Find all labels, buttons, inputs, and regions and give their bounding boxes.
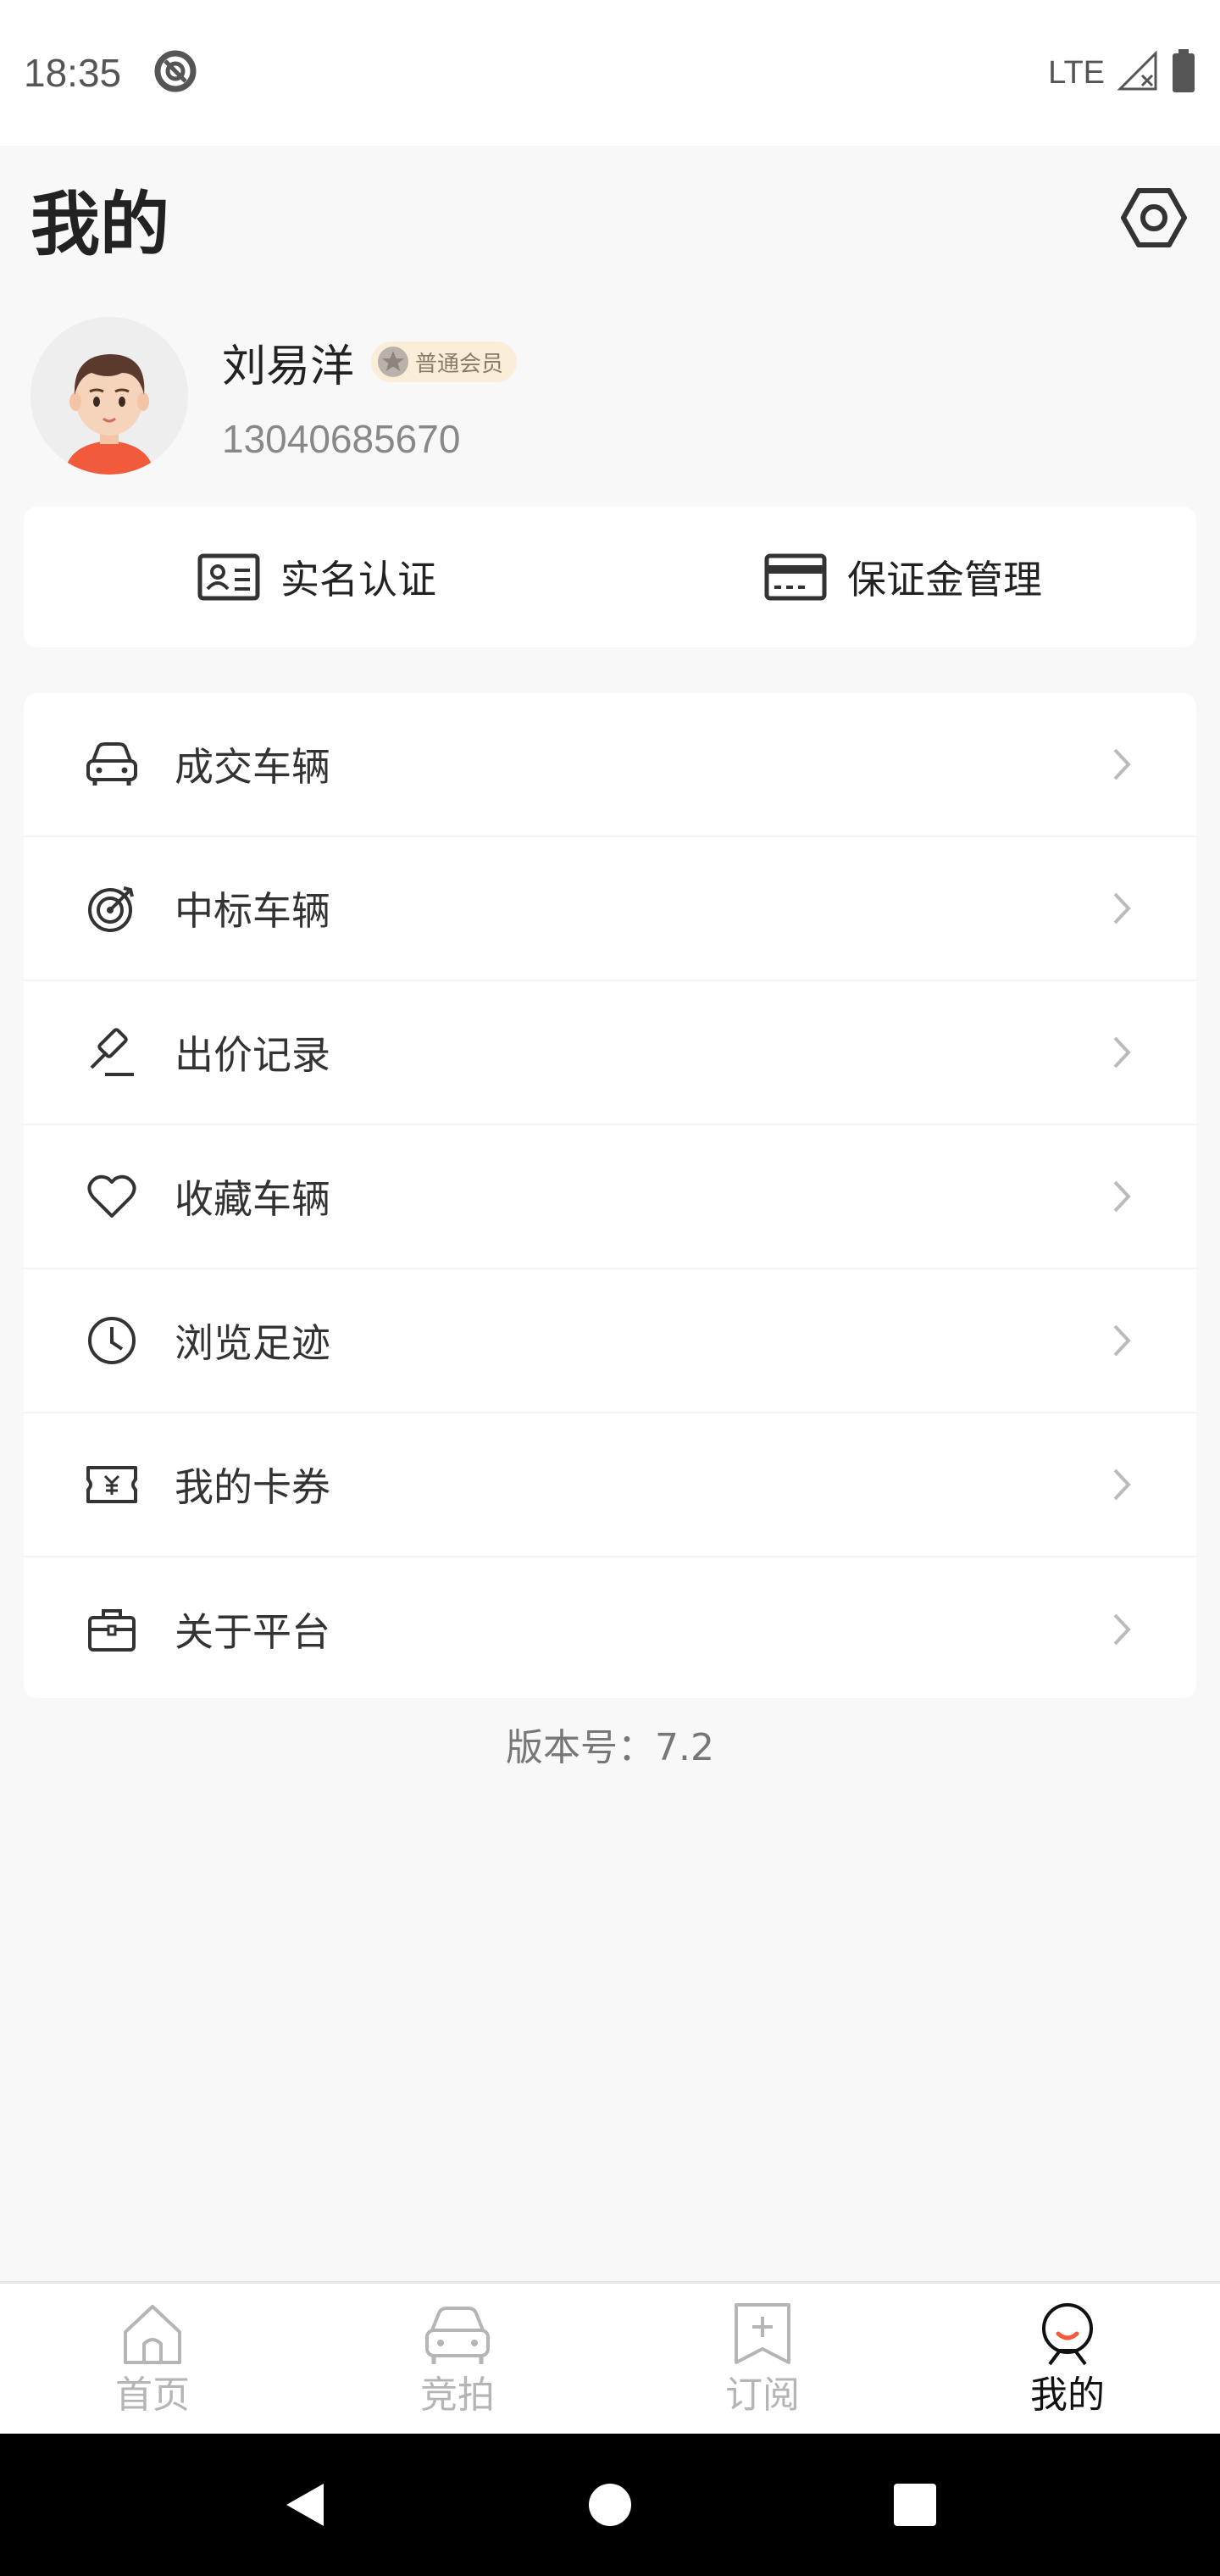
member-badge: 普通会员 bbox=[371, 341, 518, 382]
chevron-right-icon bbox=[1106, 1464, 1137, 1505]
menu-item-browse-history[interactable]: 浏览足迹 bbox=[24, 1269, 1196, 1413]
gavel-icon bbox=[85, 1025, 139, 1080]
menu-item-about-platform[interactable]: 关于平台 bbox=[24, 1557, 1196, 1702]
settings-hexagon-icon bbox=[1121, 188, 1187, 247]
tab-home[interactable]: 首页 bbox=[0, 2284, 305, 2434]
back-triangle-icon bbox=[286, 2484, 324, 2526]
data-saver-icon bbox=[152, 47, 199, 98]
target-icon bbox=[85, 881, 139, 935]
menu-item-bid-records[interactable]: 出价记录 bbox=[24, 981, 1196, 1125]
page-header: 我的 bbox=[0, 146, 1220, 290]
briefcase-icon bbox=[85, 1602, 139, 1657]
menu-label: 中标车辆 bbox=[175, 888, 330, 934]
quick-action-label: 保证金管理 bbox=[847, 557, 1042, 602]
id-card-icon bbox=[197, 553, 260, 601]
profile-section[interactable]: 刘易洋 普通会员 13040685670 bbox=[30, 315, 1190, 476]
menu-label: 收藏车辆 bbox=[175, 1176, 330, 1222]
car-icon bbox=[425, 2306, 490, 2364]
quick-actions-card: 实名认证 保证金管理 bbox=[24, 507, 1196, 647]
member-level: 普通会员 bbox=[415, 351, 504, 377]
back-button[interactable] bbox=[280, 2479, 330, 2530]
avatar[interactable] bbox=[30, 317, 188, 475]
tab-label: 订阅 bbox=[725, 2373, 800, 2417]
menu-label: 成交车辆 bbox=[175, 744, 330, 790]
menu-label: 浏览足迹 bbox=[175, 1320, 330, 1366]
menu-item-my-coupons[interactable]: 我的卡券 bbox=[24, 1413, 1196, 1557]
menu-item-won-vehicles[interactable]: 中标车辆 bbox=[24, 837, 1196, 981]
tab-label: 首页 bbox=[115, 2373, 190, 2417]
recents-square-icon bbox=[894, 2484, 936, 2526]
real-name-auth-button[interactable]: 实名认证 bbox=[24, 507, 610, 647]
chevron-right-icon bbox=[1106, 888, 1137, 929]
menu-label: 我的卡券 bbox=[175, 1464, 330, 1510]
tab-subscribe[interactable]: 订阅 bbox=[610, 2284, 915, 2434]
bookmark-add-icon bbox=[735, 2302, 790, 2364]
menu-item-deal-vehicles[interactable]: 成交车辆 bbox=[24, 693, 1196, 837]
network-type: LTE bbox=[1048, 54, 1105, 91]
deposit-management-button[interactable]: 保证金管理 bbox=[610, 507, 1196, 647]
quick-action-label: 实名认证 bbox=[280, 557, 436, 602]
heart-icon bbox=[85, 1169, 139, 1224]
chevron-right-icon bbox=[1106, 1032, 1137, 1073]
car-icon bbox=[85, 737, 139, 791]
tab-mine[interactable]: 我的 bbox=[915, 2284, 1220, 2434]
bottom-tab-bar: 首页 竞拍 订阅 我的 bbox=[0, 2281, 1220, 2434]
system-nav-bar bbox=[0, 2434, 1220, 2576]
chevron-right-icon bbox=[1106, 1609, 1137, 1650]
home-button[interactable] bbox=[585, 2479, 635, 2530]
menu-list: 成交车辆 中标车辆 出价记录 收藏车辆 浏览足迹 我的卡券 关于平台 bbox=[24, 693, 1196, 1698]
menu-label: 关于平台 bbox=[175, 1609, 330, 1655]
user-phone: 13040685670 bbox=[222, 416, 461, 461]
member-star-icon bbox=[378, 347, 409, 377]
profile-smile-icon bbox=[1042, 2302, 1093, 2365]
tab-label: 我的 bbox=[1030, 2373, 1105, 2417]
menu-label: 出价记录 bbox=[175, 1032, 330, 1078]
version-label: 版本号：7.2 bbox=[506, 1726, 714, 1769]
chevron-right-icon bbox=[1106, 1320, 1137, 1361]
status-bar: 18:35 LTE bbox=[0, 0, 1220, 146]
recents-button[interactable] bbox=[890, 2479, 940, 2530]
credit-card-icon bbox=[764, 553, 827, 601]
settings-button[interactable] bbox=[1118, 182, 1190, 253]
clock-icon bbox=[85, 1313, 139, 1368]
status-time: 18:35 bbox=[24, 51, 122, 95]
tab-label: 竞拍 bbox=[420, 2373, 495, 2417]
home-icon bbox=[124, 2304, 181, 2364]
battery-icon bbox=[1171, 49, 1196, 97]
home-circle-icon bbox=[589, 2484, 631, 2526]
chevron-right-icon bbox=[1106, 1176, 1137, 1217]
page-title: 我的 bbox=[30, 184, 170, 265]
tab-auction[interactable]: 竞拍 bbox=[305, 2284, 610, 2434]
menu-item-favorite-vehicles[interactable]: 收藏车辆 bbox=[24, 1125, 1196, 1269]
chevron-right-icon bbox=[1106, 744, 1137, 785]
signal-icon bbox=[1117, 50, 1159, 96]
user-name: 刘易洋 bbox=[222, 341, 355, 392]
coupon-icon bbox=[85, 1457, 139, 1512]
